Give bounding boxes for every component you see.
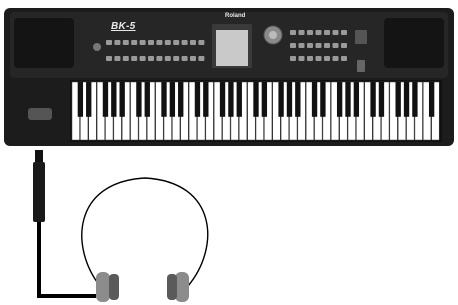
pitch-bend-lever[interactable] bbox=[28, 108, 52, 120]
panel-button[interactable] bbox=[315, 56, 322, 61]
panel-button[interactable] bbox=[198, 56, 205, 61]
panel-button[interactable] bbox=[156, 40, 163, 45]
panel-button[interactable] bbox=[315, 30, 322, 35]
black-key[interactable] bbox=[236, 82, 242, 117]
panel-button[interactable] bbox=[298, 43, 305, 48]
black-key[interactable] bbox=[370, 82, 376, 117]
panel-button[interactable] bbox=[341, 43, 347, 48]
panel-button[interactable] bbox=[324, 56, 330, 61]
black-key[interactable] bbox=[395, 82, 401, 117]
panel-button[interactable] bbox=[122, 56, 129, 61]
panel-button[interactable] bbox=[307, 43, 313, 48]
black-key[interactable] bbox=[228, 82, 234, 117]
dial-knob-center bbox=[269, 31, 277, 39]
black-key[interactable] bbox=[295, 82, 301, 117]
panel-button[interactable] bbox=[173, 40, 180, 45]
black-key[interactable] bbox=[77, 82, 84, 117]
black-key[interactable] bbox=[203, 82, 209, 117]
black-key[interactable] bbox=[378, 82, 385, 117]
panel-button[interactable] bbox=[156, 56, 163, 61]
black-key[interactable] bbox=[336, 82, 343, 117]
black-key[interactable] bbox=[194, 82, 201, 117]
cable-wire bbox=[37, 222, 96, 298]
panel-button[interactable] bbox=[298, 30, 305, 35]
headphones-icon bbox=[81, 177, 209, 302]
lcd-display bbox=[216, 30, 248, 66]
panel-button[interactable] bbox=[114, 40, 121, 45]
jack-sleeve bbox=[33, 162, 45, 222]
black-key[interactable] bbox=[111, 82, 117, 117]
left-earcup bbox=[96, 272, 110, 302]
black-key[interactable] bbox=[169, 82, 176, 117]
black-key[interactable] bbox=[161, 82, 167, 117]
panel-button[interactable] bbox=[290, 56, 296, 61]
black-key[interactable] bbox=[345, 82, 351, 117]
black-key[interactable] bbox=[261, 82, 268, 117]
headphone-cable bbox=[33, 150, 96, 298]
panel-button[interactable] bbox=[131, 40, 138, 45]
right-earpad bbox=[167, 274, 177, 300]
panel-button[interactable] bbox=[190, 56, 196, 61]
panel-button[interactable] bbox=[148, 40, 154, 45]
black-key[interactable] bbox=[403, 82, 410, 117]
panel-button[interactable] bbox=[181, 40, 188, 45]
panel-button[interactable] bbox=[164, 40, 171, 45]
panel-button[interactable] bbox=[198, 40, 205, 45]
panel-button[interactable] bbox=[173, 56, 180, 61]
panel-button[interactable] bbox=[106, 40, 112, 45]
manufacturer-logo: Roland bbox=[225, 13, 246, 19]
panel-button[interactable] bbox=[332, 43, 339, 48]
panel-button[interactable] bbox=[341, 56, 347, 61]
black-key[interactable] bbox=[286, 82, 293, 117]
panel-button[interactable] bbox=[324, 30, 330, 35]
panel-button[interactable] bbox=[307, 30, 313, 35]
panel-button[interactable] bbox=[139, 40, 146, 45]
panel-button[interactable] bbox=[290, 30, 296, 35]
keyboard bbox=[4, 8, 454, 146]
black-key[interactable] bbox=[102, 82, 109, 117]
panel-button[interactable] bbox=[164, 56, 171, 61]
panel-button[interactable] bbox=[131, 56, 138, 61]
panel-button[interactable] bbox=[114, 56, 121, 61]
model-logo: BK-5 bbox=[111, 21, 136, 32]
panel-button[interactable] bbox=[332, 30, 339, 35]
black-key[interactable] bbox=[253, 82, 259, 117]
illustration bbox=[4, 8, 454, 302]
panel-button[interactable] bbox=[298, 56, 305, 61]
panel-button[interactable] bbox=[315, 43, 322, 48]
black-key[interactable] bbox=[178, 82, 184, 117]
black-key[interactable] bbox=[136, 82, 142, 117]
black-key[interactable] bbox=[278, 82, 284, 117]
panel-button[interactable] bbox=[106, 56, 112, 61]
black-key[interactable] bbox=[311, 82, 318, 117]
panel-button[interactable] bbox=[122, 40, 129, 45]
black-key[interactable] bbox=[412, 82, 418, 117]
headband bbox=[81, 177, 209, 287]
black-key[interactable] bbox=[86, 82, 92, 117]
panel-button[interactable] bbox=[190, 40, 196, 45]
panel-button[interactable] bbox=[307, 56, 313, 61]
black-key[interactable] bbox=[428, 82, 435, 117]
black-key[interactable] bbox=[219, 82, 226, 117]
panel-button[interactable] bbox=[139, 56, 146, 61]
black-key[interactable] bbox=[144, 82, 150, 117]
right-speaker-grille bbox=[384, 18, 444, 68]
panel-button[interactable] bbox=[181, 56, 188, 61]
panel-button[interactable] bbox=[324, 43, 330, 48]
right-earcup bbox=[175, 272, 189, 302]
panel-button[interactable] bbox=[332, 56, 339, 61]
left-earpad bbox=[109, 274, 119, 300]
control-slider[interactable] bbox=[357, 60, 365, 72]
left-speaker-grille bbox=[14, 18, 74, 68]
volume-knob[interactable] bbox=[93, 43, 101, 51]
panel-button[interactable] bbox=[148, 56, 154, 61]
panel-button[interactable] bbox=[341, 30, 347, 35]
panel-button[interactable] bbox=[290, 43, 296, 48]
usb-slot[interactable] bbox=[355, 30, 367, 44]
headphone-jack-icon bbox=[35, 150, 43, 162]
black-key[interactable] bbox=[353, 82, 360, 117]
black-key[interactable] bbox=[320, 82, 326, 117]
black-key[interactable] bbox=[119, 82, 125, 117]
left-button-panel bbox=[93, 43, 101, 51]
